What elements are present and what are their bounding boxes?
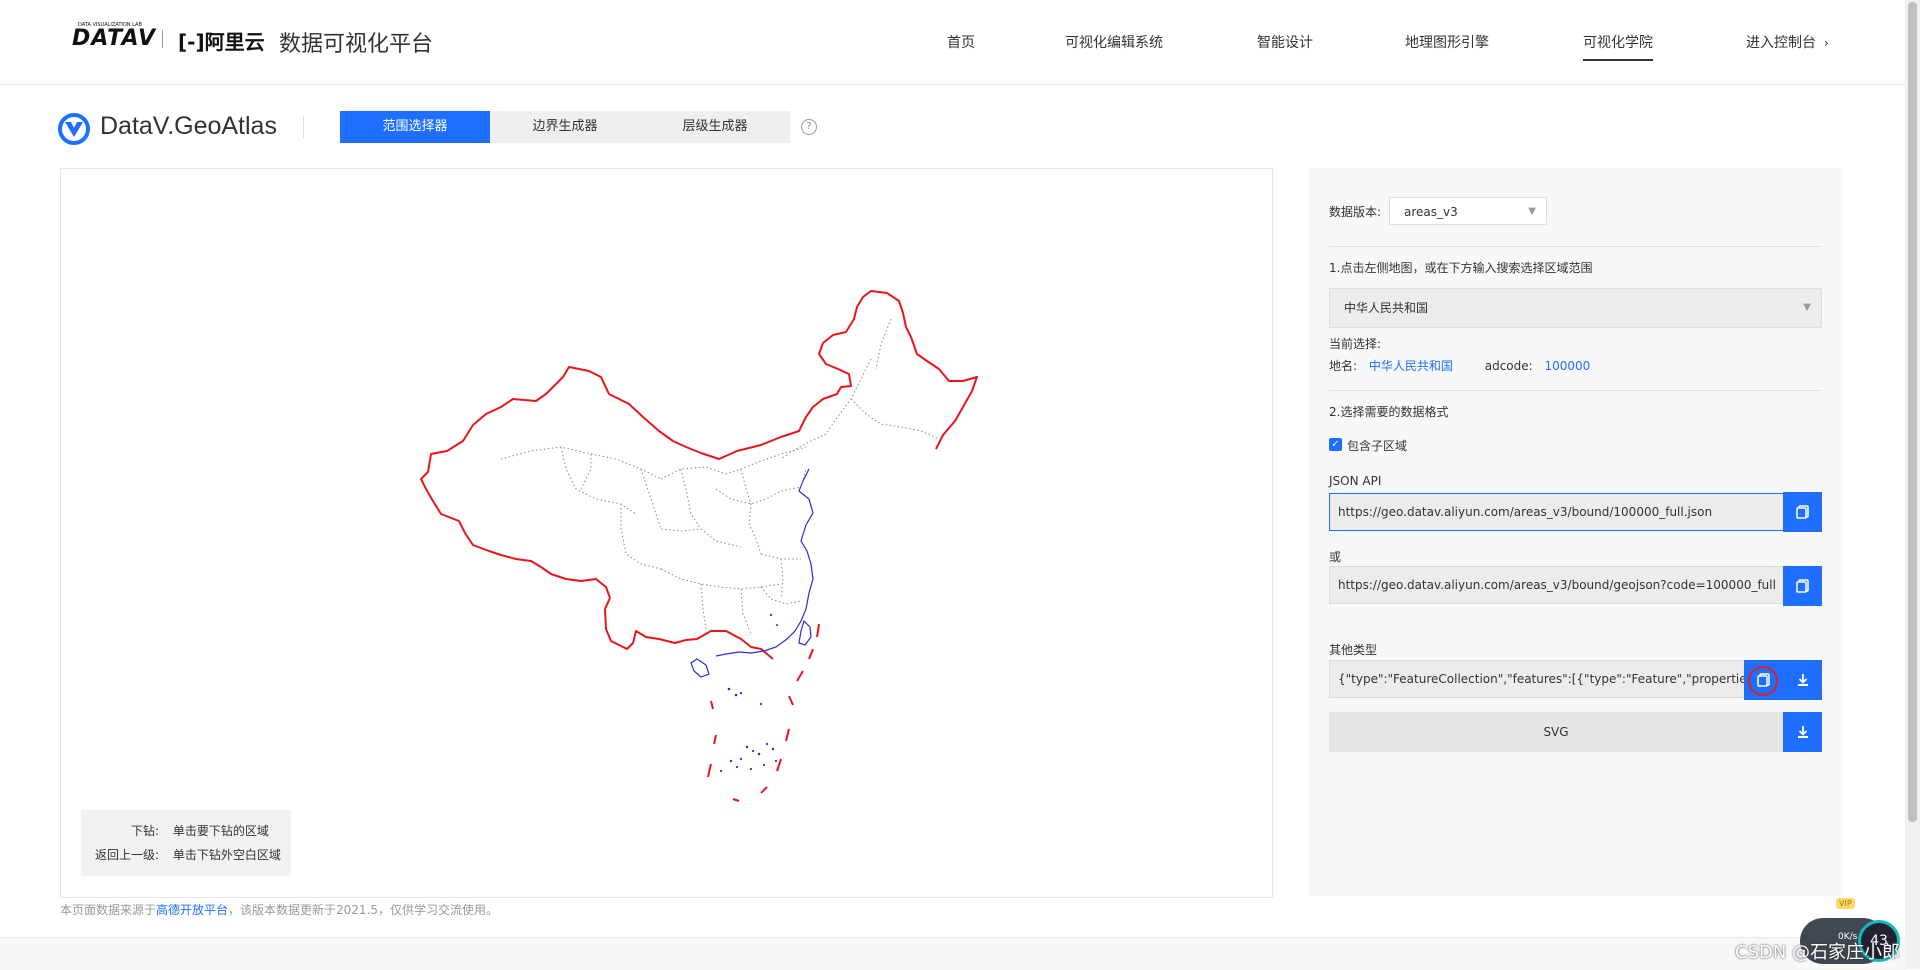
top-navigation: DATA VISUALIZATION LAB DATAV [-]阿里云 数据可视… [0, 0, 1920, 85]
logo-divider [162, 30, 163, 48]
json-api-label: JSON API [1329, 474, 1382, 488]
chevron-down-icon: ▼ [1803, 302, 1811, 313]
step1-label: 1.点击左侧地图，或在下方输入搜索选择区域范围 [1329, 261, 1593, 275]
tab-level-generator[interactable]: 层级生成器 [640, 111, 790, 143]
page-bottom-strip [0, 937, 1905, 970]
map-hint-box: 下钻: 单击要下钻的区域 返回上一级: 单击下钻外空白区域 [81, 810, 291, 876]
svg-format-label[interactable]: SVG [1329, 712, 1783, 752]
hint-drilldown-key: 下钻: [130, 824, 159, 838]
copy-geojson-button[interactable] [1783, 566, 1822, 606]
version-value: areas_v3 [1404, 205, 1458, 219]
vip-badge: VIP [1836, 898, 1855, 909]
current-selection-label: 当前选择: [1329, 337, 1382, 351]
download-icon [1797, 726, 1808, 738]
aliyun-logo[interactable]: [-]阿里云 [178, 26, 265, 55]
or-label: 或 [1329, 550, 1342, 564]
tool-tabs: 范围选择器 边界生成器 层级生成器 [340, 111, 790, 143]
help-icon[interactable]: ? [801, 119, 817, 135]
datav-logo-sub: DATA VISUALIZATION LAB [78, 22, 142, 28]
download-icon [1797, 674, 1808, 686]
map-panel[interactable]: 下钻: 单击要下钻的区域 返回上一级: 单击下钻外空白区域 [60, 168, 1273, 898]
adcode-value: 100000 [1544, 359, 1591, 373]
china-map[interactable] [61, 169, 1272, 897]
nav-academy[interactable]: 可视化学院 [1583, 32, 1653, 61]
hint-back-value: 单击下钻外空白区域 [172, 848, 281, 862]
country-outline [420, 290, 978, 660]
divider [1329, 246, 1822, 247]
csdn-watermark: CSDN @石家庄小郎 [1735, 942, 1901, 963]
version-select[interactable]: areas_v3 ▼ [1389, 197, 1547, 225]
scrollbar-thumb[interactable] [1908, 2, 1917, 822]
province-borders [500, 318, 940, 635]
download-geojson-button[interactable] [1783, 660, 1822, 700]
amap-link[interactable]: 高德开放平台 [156, 903, 228, 917]
hint-drilldown: 下钻: 单击要下钻的区域 [81, 822, 269, 840]
other-types-label: 其他类型 [1329, 643, 1378, 657]
nav-geo-engine[interactable]: 地理图形引擎 [1405, 32, 1489, 52]
datav-logo[interactable]: DATA VISUALIZATION LAB DATAV [72, 22, 157, 51]
hint-drilldown-value: 单击要下钻的区域 [172, 824, 269, 838]
chevron-down-icon: ▼ [1528, 206, 1536, 217]
nav-console[interactable]: 进入控制台 › [1746, 32, 1829, 52]
region-search-select[interactable]: 中华人民共和国 ▼ [1329, 288, 1822, 328]
nav-home[interactable]: 首页 [947, 32, 975, 52]
region-value: 中华人民共和国 [1344, 301, 1429, 315]
json-api-url-field[interactable]: https://geo.datav.aliyun.com/areas_v3/bo… [1329, 493, 1784, 531]
data-source-note: 本页面数据来源于高德开放平台，该版本数据更新于2021.5，仅供学习交流使用。 [60, 901, 498, 918]
site-title: 数据可视化平台 [279, 32, 434, 57]
hint-back: 返回上一级: 单击下钻外空白区域 [81, 846, 281, 864]
tab-range-selector[interactable]: 范围选择器 [340, 111, 490, 143]
nav-console-label: 进入控制台 [1746, 35, 1816, 51]
divider [1329, 390, 1822, 391]
header-divider [303, 116, 304, 138]
place-name-value: 中华人民共和国 [1368, 359, 1453, 373]
footer-prefix: 本页面数据来源于 [60, 903, 157, 917]
highlight-circle [1748, 666, 1778, 696]
south-sea-islands [719, 613, 778, 773]
version-label: 数据版本: [1329, 205, 1382, 219]
nav-smart-design[interactable]: 智能设计 [1257, 32, 1313, 52]
geoatlas-title: DataV.GeoAtlas [100, 112, 277, 140]
step2-label: 2.选择需要的数据格式 [1329, 405, 1449, 419]
include-subregions-label[interactable]: 包含子区域 [1347, 437, 1407, 454]
coastline [690, 468, 814, 678]
copy-icon [1795, 505, 1809, 519]
geojson-url-field[interactable]: https://geo.datav.aliyun.com/areas_v3/bo… [1329, 566, 1784, 604]
adcode-label: adcode: [1484, 359, 1533, 373]
geoatlas-logo-icon [58, 113, 90, 145]
datav-logo-text: DATAV [72, 26, 157, 51]
tab-boundary-generator[interactable]: 边界生成器 [490, 111, 640, 143]
geojson-content-field[interactable]: {"type":"FeatureCollection","features":[… [1329, 660, 1745, 698]
nav-visual-editor[interactable]: 可视化编辑系统 [1065, 32, 1163, 52]
place-name-row: 地名: 中华人民共和国 adcode: 100000 [1329, 357, 1590, 374]
include-subregions-checkbox[interactable]: ✓ [1329, 438, 1342, 451]
data-panel: 数据版本: areas_v3 ▼ 1.点击左侧地图，或在下方输入搜索选择区域范围… [1309, 168, 1842, 896]
place-name-label: 地名: [1329, 359, 1358, 373]
copy-json-api-button[interactable] [1783, 492, 1822, 532]
download-svg-button[interactable] [1783, 712, 1822, 752]
chevron-right-icon: › [1824, 36, 1829, 50]
copy-icon [1795, 579, 1809, 593]
footer-suffix: ，该版本数据更新于2021.5，仅供学习交流使用。 [228, 903, 499, 917]
hint-back-key: 返回上一级: [94, 848, 159, 862]
